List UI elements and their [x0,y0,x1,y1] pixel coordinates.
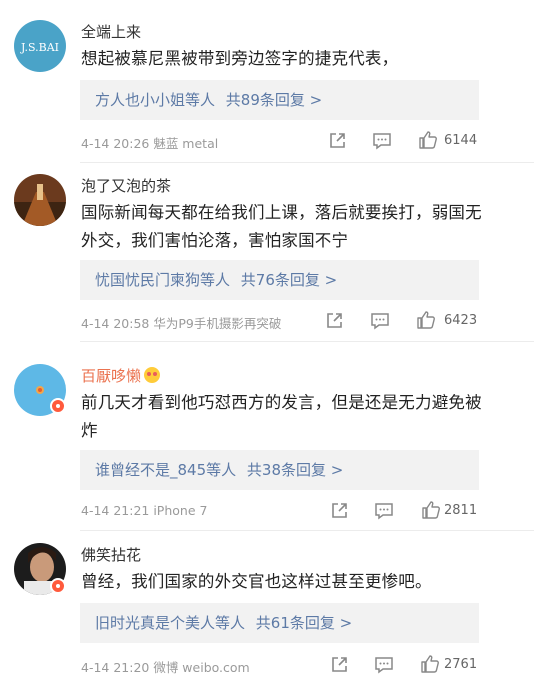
username[interactable]: 泡了又泡的茶 [81,175,171,196]
reply-count: 共61条回复 > [255,614,353,632]
reply-summary[interactable]: 方人也小小姐等人 共89条回复 > [80,80,479,120]
comment-icon[interactable] [374,655,394,675]
reply-count: 共76条回复 > [240,271,338,289]
username[interactable]: 百厭哆懒 [81,365,161,386]
share-icon[interactable] [329,501,349,521]
like-icon[interactable] [420,654,440,674]
comment-text: 想起被慕尼黑被带到旁边签字的捷克代表， [81,49,399,68]
comment-meta: 4-14 20:58 华为P9手机摄影再突破 [81,316,282,331]
reply-users: 忧国忧民门柬狗等人 [95,271,231,289]
comment-text: 曾经，我们国家的外交官也这样过甚至更惨吧。 [81,572,432,591]
reply-summary[interactable]: 谁曾经不是_845等人 共38条回复 > [80,450,479,490]
reply-count: 共38条回复 > [246,461,344,479]
comment-icon[interactable] [372,131,392,151]
comment-item: 百厭哆懒 前几天才看到他巧怼西方的发言，但是还是无力避免被炸 谁曾经不是_845… [0,342,534,531]
username-text: 百厭哆懒 [81,367,142,385]
reply-users: 方人也小小姐等人 [95,91,216,109]
comment-meta: 4-14 21:20 微博 weibo.com [81,660,250,675]
avatar[interactable]: J.S.BAI [14,20,66,72]
reply-count: 共89条回复 > [225,91,323,109]
comment-text: 国际新闻每天都在给我们上课，落后就要挨打，弱国无外交，我们害怕沦落，害怕家国不宁 [81,203,482,250]
username[interactable]: 佛笑拈花 [81,544,141,565]
comment-item: 泡了又泡的茶 国际新闻每天都在给我们上课，落后就要挨打，弱国无外交，我们害怕沦落… [0,163,534,343]
like-count: 2761 [444,657,478,672]
comment-item: 佛笑拈花 曾经，我们国家的外交官也这样过甚至更惨吧。 旧时光真是个美人等人 共6… [0,531,534,691]
reply-users: 旧时光真是个美人等人 [95,614,246,632]
comment-text: 前几天才看到他巧怼西方的发言，但是还是无力避免被炸 [81,393,482,440]
like-count: 2811 [444,503,478,518]
like-icon[interactable] [421,500,441,520]
emoji-icon [144,367,161,383]
comment-icon[interactable] [374,501,394,521]
comment-item: J.S.BAI 全端上来 想起被慕尼黑被带到旁边签字的捷克代表， 方人也小小姐等… [0,0,534,170]
comment-meta: 4-14 20:26 魅蓝 metal [81,136,219,151]
username[interactable]: 全端上来 [81,21,141,42]
comment-icon[interactable] [370,311,390,331]
reply-users: 谁曾经不是_845等人 [95,461,237,479]
avatar-logo-text: J.S.BAI [20,41,59,54]
share-icon[interactable] [327,131,347,151]
reply-summary[interactable]: 旧时光真是个美人等人 共61条回复 > [80,603,479,643]
like-count: 6423 [444,313,478,328]
vip-badge-icon [50,578,66,594]
like-icon[interactable] [416,310,436,330]
avatar[interactable] [14,174,66,226]
vip-badge-icon [50,398,66,414]
share-icon[interactable] [329,655,349,675]
share-icon[interactable] [324,311,344,331]
reply-summary[interactable]: 忧国忧民门柬狗等人 共76条回复 > [80,260,479,300]
like-icon[interactable] [418,130,438,150]
comment-meta: 4-14 21:21 iPhone 7 [81,503,208,518]
like-count: 6144 [444,133,478,148]
